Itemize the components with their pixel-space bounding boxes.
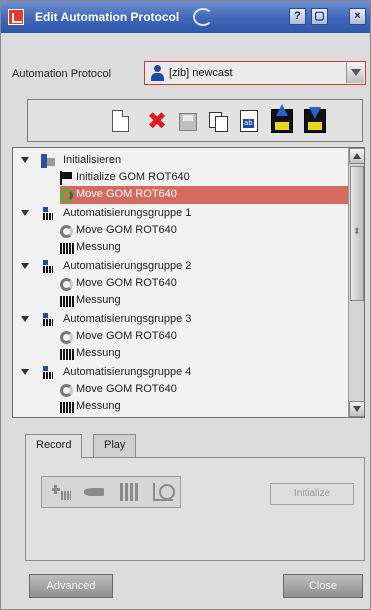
tree-node-group-3[interactable]: Automatisierungsgruppe 3: [13, 311, 348, 329]
tree-node-label: Automatisierungsgruppe 1: [63, 207, 192, 219]
tree-node-move[interactable]: Move GOM ROT640: [13, 222, 348, 240]
tree-node-label: Move GOM ROT640: [76, 188, 177, 200]
group-icon: [41, 313, 55, 327]
tree-node-move[interactable]: Move GOM ROT640: [13, 381, 348, 399]
rename-icon[interactable]: [240, 110, 258, 132]
edit-automation-protocol-window: Edit Automation Protocol ? ▢ × Automatio…: [0, 0, 371, 610]
chevron-down-icon[interactable]: [346, 63, 364, 83]
delete-icon[interactable]: ✖: [146, 109, 168, 135]
move-icon: [60, 384, 73, 397]
record-tools: [41, 476, 181, 508]
tree-node-initialize[interactable]: Initialize GOM ROT640: [13, 169, 348, 187]
expand-arrow-icon[interactable]: [21, 210, 29, 216]
tree-node-move[interactable]: Move GOM ROT640: [13, 275, 348, 293]
flag-icon: [60, 171, 74, 185]
app-icon: [8, 9, 24, 25]
move-icon: [60, 225, 73, 238]
advanced-button[interactable]: Advanced: [29, 574, 113, 598]
close-window-button[interactable]: ×: [349, 8, 366, 25]
save-icon[interactable]: [179, 113, 197, 131]
measure-icon: [60, 402, 74, 413]
tree-scrollbar[interactable]: [348, 148, 364, 417]
record-panel: Initialize: [25, 457, 365, 561]
tree-node-label: Initialize GOM ROT640: [76, 171, 190, 183]
tree-node-label: Automatisierungsgruppe 4: [63, 366, 192, 378]
tree-node-initialisieren[interactable]: Initialisieren: [13, 152, 348, 170]
measure-icon[interactable]: [120, 483, 140, 501]
tree-node-label: Messung: [76, 294, 121, 306]
expand-arrow-icon[interactable]: [21, 157, 29, 163]
new-document-icon[interactable]: [112, 110, 129, 132]
fit-icon[interactable]: [153, 483, 175, 501]
group-icon: [41, 207, 55, 221]
move-icon: [60, 189, 73, 202]
automation-protocol-value: [zib] newcast: [169, 67, 233, 79]
tree-node-messung[interactable]: Messung: [13, 398, 348, 416]
expand-arrow-icon[interactable]: [21, 369, 29, 375]
move-icon: [60, 331, 73, 344]
tree-node-label: Move GOM ROT640: [76, 224, 177, 236]
add-group-icon[interactable]: [52, 483, 72, 501]
title-bar[interactable]: Edit Automation Protocol ? ▢ ×: [1, 1, 370, 33]
tab-record[interactable]: Record: [25, 434, 83, 458]
window-title: Edit Automation Protocol: [35, 10, 180, 24]
tree-node-label: Messung: [76, 347, 121, 359]
move-icon[interactable]: [84, 488, 104, 496]
automation-protocol-select[interactable]: [zib] newcast: [144, 61, 366, 85]
init-group-icon: [41, 154, 55, 168]
upload-icon[interactable]: [271, 104, 293, 133]
tree-node-group-1[interactable]: Automatisierungsgruppe 1: [13, 205, 348, 223]
download-icon[interactable]: [304, 107, 326, 133]
tree-node-label: Initialisieren: [63, 154, 122, 166]
scroll-up-icon[interactable]: [349, 148, 364, 164]
tree-node-label: Automatisierungsgruppe 2: [63, 260, 192, 272]
tree-node-group-4[interactable]: Automatisierungsgruppe 4: [13, 364, 348, 382]
tree-node-label: Move GOM ROT640: [76, 330, 177, 342]
expand-arrow-icon[interactable]: [21, 263, 29, 269]
maximize-button[interactable]: ▢: [311, 8, 328, 25]
expand-arrow-icon[interactable]: [21, 316, 29, 322]
tree-node-move-selected[interactable]: Move GOM ROT640: [60, 186, 348, 204]
tab-play[interactable]: Play: [93, 434, 137, 457]
protocol-toolbar: ✖: [27, 99, 363, 142]
loading-swirl-icon: [193, 8, 213, 26]
tree-node-label: Move GOM ROT640: [76, 277, 177, 289]
tree-node-label: Automatisierungsgruppe 3: [63, 313, 192, 325]
tree-node-messung[interactable]: Messung: [13, 345, 348, 363]
tree-node-move[interactable]: Move GOM ROT640: [13, 328, 348, 346]
move-icon: [60, 278, 73, 291]
copy-icon[interactable]: [209, 108, 231, 134]
tree-node-label: Messung: [76, 241, 121, 253]
close-button[interactable]: Close: [283, 574, 363, 598]
group-icon: [41, 366, 55, 380]
measure-icon: [60, 296, 74, 307]
help-button[interactable]: ?: [289, 8, 306, 25]
initialize-button[interactable]: Initialize: [270, 483, 354, 505]
protocol-tree[interactable]: Initialisieren Initialize GOM ROT640 Mov…: [12, 147, 365, 418]
tree-node-label: Messung: [76, 400, 121, 412]
measure-icon: [60, 349, 74, 360]
scroll-thumb[interactable]: [350, 166, 364, 301]
group-icon: [41, 260, 55, 274]
tree-node-group-2[interactable]: Automatisierungsgruppe 2: [13, 258, 348, 276]
automation-protocol-label: Automation Protocol: [12, 68, 112, 80]
scroll-down-icon[interactable]: [349, 401, 364, 417]
tree-node-label: Move GOM ROT640: [76, 383, 177, 395]
tree-node-messung[interactable]: Messung: [13, 292, 348, 310]
measure-icon: [60, 243, 74, 254]
user-icon: [151, 65, 164, 81]
tree-node-messung[interactable]: Messung: [13, 239, 348, 257]
